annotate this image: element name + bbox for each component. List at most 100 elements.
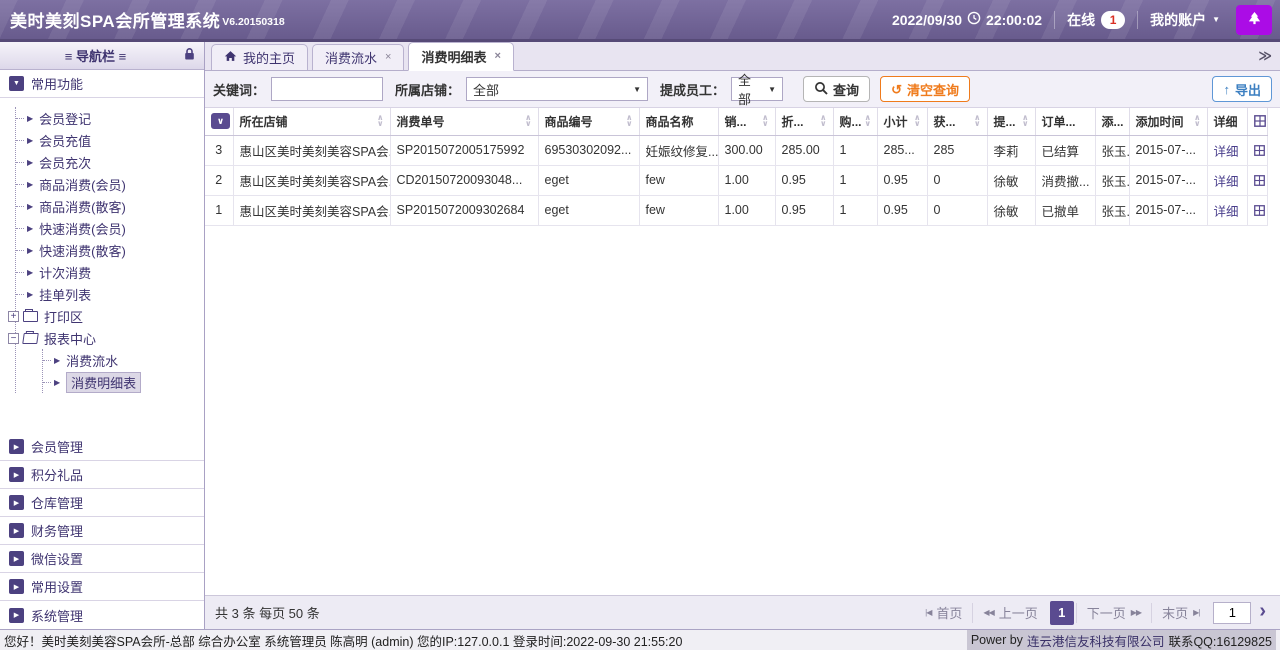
detail-link[interactable]: 详细 — [1214, 205, 1239, 219]
chevron-down-icon: ▼ — [768, 85, 776, 94]
sidebar-item-quick-walkin[interactable]: ▶ 快速消费(散客) — [16, 239, 204, 261]
col-header-points[interactable]: 获...∧∨ — [927, 108, 987, 135]
sidebar-item-pending-orders[interactable]: ▶ 挂单列表 — [16, 283, 204, 305]
arrow-right-icon: ▶ — [27, 114, 33, 123]
sort-icon[interactable]: ∧∨ — [1019, 115, 1029, 127]
online-users[interactable]: 在线 1 — [1067, 10, 1125, 30]
col-header-staff[interactable]: 提...∧∨ — [987, 108, 1035, 135]
collapse-minus-icon[interactable]: − — [8, 333, 19, 344]
tab-overflow-icon[interactable]: ≫ — [1250, 48, 1280, 64]
tree-icon — [1247, 11, 1262, 29]
sidebar-section-members[interactable]: ▶ 会员管理 — [0, 433, 204, 461]
power-by-label: Power by — [971, 633, 1023, 647]
col-header-price[interactable]: 销...∧∨ — [718, 108, 775, 135]
datetime-display: 2022/09/30 22:00:02 — [892, 11, 1042, 28]
sort-icon[interactable]: ∧∨ — [759, 115, 769, 127]
close-icon[interactable]: × — [494, 51, 500, 62]
sidebar-section-wechat[interactable]: ▶ 微信设置 — [0, 545, 204, 573]
main-panel: 我的主页 消费流水 × 消费明细表 × ≫ 关键词： 所属店铺： 全部 — [205, 42, 1280, 629]
export-button[interactable]: ↑ 导出 — [1212, 76, 1272, 102]
sidebar-folder-reports[interactable]: − 报表中心 — [8, 327, 204, 349]
detail-link[interactable]: 详细 — [1214, 145, 1239, 159]
pagination-bar: 共 3 条 每页 50 条 |◀ 首页 ◀◀ 上一页 1 下一页 ▶▶ — [205, 595, 1280, 629]
top-header-bar: 美时美刻SPA会所管理系统 V6.20150318 2022/09/30 22:… — [0, 0, 1280, 42]
prev-page-icon: ◀◀ — [983, 608, 993, 617]
sort-icon[interactable]: ∧∨ — [862, 115, 872, 127]
online-label: 在线 — [1067, 10, 1095, 30]
col-header-grid-icon[interactable] — [1247, 108, 1267, 135]
keyword-input[interactable] — [271, 77, 383, 101]
col-header-shop[interactable]: 所在店铺∧∨ — [233, 108, 390, 135]
sidebar-section-settings[interactable]: ▶ 常用设置 — [0, 573, 204, 601]
row-grid-icon[interactable] — [1247, 165, 1267, 195]
row-select-icon[interactable]: ∨ — [211, 113, 230, 129]
shop-select[interactable]: 全部 ▼ — [466, 77, 648, 101]
col-header-status[interactable]: 订单... — [1035, 108, 1095, 135]
row-grid-icon[interactable] — [1247, 135, 1267, 165]
first-page-button[interactable]: |◀ 首页 — [915, 603, 972, 623]
last-page-icon: ▶| — [1193, 608, 1199, 617]
sort-icon[interactable]: ∧∨ — [1191, 115, 1201, 127]
col-header-subtotal[interactable]: 小计∧∨ — [877, 108, 927, 135]
tab-consume-detail[interactable]: 消费明细表 × — [408, 42, 513, 71]
company-link[interactable]: 连云港信友科技有限公司 — [1027, 631, 1165, 650]
sidebar-item-member-times[interactable]: ▶ 会员充次 — [16, 151, 204, 173]
sidebar-item-consume-flow[interactable]: ▶ 消费流水 — [43, 349, 204, 371]
col-header-added-by[interactable]: 添... — [1095, 108, 1129, 135]
sidebar-section-common[interactable]: ▼ 常用功能 — [0, 70, 204, 98]
col-header-product-code[interactable]: 商品编号∧∨ — [538, 108, 639, 135]
prev-page-button[interactable]: ◀◀ 上一页 — [972, 603, 1047, 623]
sidebar-item-goods-member[interactable]: ▶ 商品消费(会员) — [16, 173, 204, 195]
detail-link[interactable]: 详细 — [1214, 175, 1239, 189]
sidebar-section-finance[interactable]: ▶ 财务管理 — [0, 517, 204, 545]
table-row[interactable]: 2 惠山区美时美刻美容SPA会... CD20150720093048... e… — [205, 165, 1267, 195]
staff-select[interactable]: 全部 ▼ — [731, 77, 783, 101]
col-header-discount[interactable]: 折...∧∨ — [775, 108, 833, 135]
sort-icon[interactable]: ∧∨ — [522, 115, 532, 127]
close-icon[interactable]: × — [385, 52, 391, 63]
table-row[interactable]: 3 惠山区美时美刻美容SPA会... SP2015072005175992 69… — [205, 135, 1267, 165]
expand-plus-icon[interactable]: + — [8, 311, 19, 322]
sidebar-item-count-consume[interactable]: ▶ 计次消费 — [16, 261, 204, 283]
table-row[interactable]: 1 惠山区美时美刻美容SPA会... SP2015072009302684 eg… — [205, 195, 1267, 225]
sidebar-item-quick-member[interactable]: ▶ 快速消费(会员) — [16, 217, 204, 239]
sort-icon[interactable]: ∧∨ — [971, 115, 981, 127]
sidebar-item-member-recharge[interactable]: ▶ 会员充值 — [16, 129, 204, 151]
sidebar-folder-print[interactable]: + 打印区 — [8, 305, 204, 327]
col-header-order-no[interactable]: 消费单号∧∨ — [390, 108, 538, 135]
sidebar-section-points[interactable]: ▶ 积分礼品 — [0, 461, 204, 489]
tab-home[interactable]: 我的主页 — [211, 44, 308, 70]
account-menu[interactable]: 我的账户 ▼ — [1150, 10, 1220, 30]
sort-icon[interactable]: ∧∨ — [374, 115, 384, 127]
sidebar-item-consume-detail[interactable]: ▶ 消费明细表 — [43, 371, 204, 393]
goto-page-input[interactable] — [1213, 602, 1251, 624]
sort-icon[interactable]: ∧∨ — [623, 115, 633, 127]
sidebar-item-member-register[interactable]: ▶ 会员登记 — [16, 107, 204, 129]
lock-icon[interactable] — [183, 47, 196, 64]
row-grid-icon[interactable] — [1247, 195, 1267, 225]
section-label: 常用功能 — [31, 74, 83, 93]
tab-consume-flow[interactable]: 消费流水 × — [312, 44, 404, 70]
status-left-text: 您好！美时美刻美容SPA会所-总部 综合办公室 系统管理员 陈高明 (admin… — [4, 631, 682, 650]
section-collapsed-icon: ▶ — [9, 579, 24, 594]
col-header-qty[interactable]: 购...∧∨ — [833, 108, 877, 135]
col-header-product-name[interactable]: 商品名称 — [639, 108, 718, 135]
theme-tree-button[interactable] — [1236, 5, 1272, 35]
pagination-summary: 共 3 条 每页 50 条 — [215, 603, 320, 622]
col-header-added-time[interactable]: 添加时间∧∨ — [1129, 108, 1207, 135]
next-page-button[interactable]: 下一页 ▶▶ — [1076, 603, 1151, 623]
clear-search-button[interactable]: ↺ 清空查询 — [880, 76, 970, 102]
last-page-button[interactable]: 末页 ▶| — [1151, 603, 1209, 623]
sidebar-section-warehouse[interactable]: ▶ 仓库管理 — [0, 489, 204, 517]
goto-page-button[interactable]: › — [1259, 601, 1270, 624]
hamburger-icon: ≡ — [119, 49, 127, 64]
sidebar-section-system[interactable]: ▶ 系统管理 — [0, 601, 204, 629]
sort-icon[interactable]: ∧∨ — [911, 115, 921, 127]
search-button[interactable]: 查询 — [803, 76, 870, 102]
arrow-right-icon: ▶ — [27, 224, 33, 233]
sidebar-item-goods-walkin[interactable]: ▶ 商品消费(散客) — [16, 195, 204, 217]
filter-bar: 关键词： 所属店铺： 全部 ▼ 提成员工： 全部 ▼ 查询 — [205, 71, 1280, 108]
nav-header: ≡ 导航栏 ≡ — [0, 42, 204, 70]
sort-icon[interactable]: ∧∨ — [817, 115, 827, 127]
current-page-badge: 1 — [1050, 601, 1074, 625]
